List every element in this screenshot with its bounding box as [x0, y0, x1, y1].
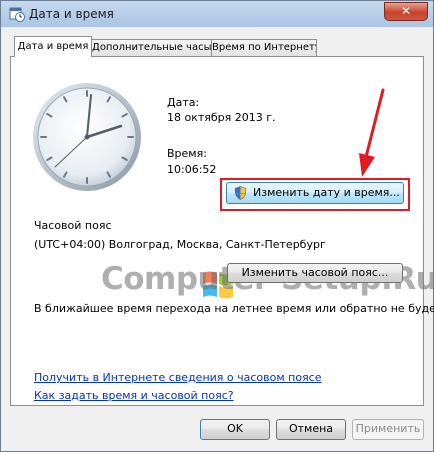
timezone-info-link[interactable]: Получить в Интернете сведения о часовом … [34, 371, 322, 384]
window-title: Дата и время [29, 7, 114, 21]
apply-button[interactable]: Применить [352, 419, 424, 440]
tab-label: Время по Интернету [212, 42, 317, 53]
date-label: Дата: [167, 96, 200, 109]
change-date-time-label: Изменить дату и время... [253, 186, 400, 199]
change-timezone-button[interactable]: Изменить часовой пояс... [227, 263, 403, 283]
cancel-label: Отмена [288, 422, 334, 435]
timezone-value: (UTC+04:00) Волгоград, Москва, Санкт-Пет… [34, 238, 326, 251]
tab-additional-clocks[interactable]: Дополнительные часы [91, 39, 212, 56]
change-date-time-button[interactable]: Изменить дату и время... [226, 182, 404, 204]
close-button[interactable]: ✕ [384, 2, 428, 21]
calendar-clock-icon [9, 7, 25, 22]
date-time-dialog: Дата и время ✕ Дата и время Дополнительн… [0, 0, 434, 452]
ok-button[interactable]: OK [200, 419, 270, 440]
timezone-section-label: Часовой пояс [34, 219, 112, 232]
red-arrow-annotation [359, 88, 385, 177]
apply-label: Применить [355, 422, 421, 435]
shield-icon [234, 186, 247, 200]
tab-label: Дополнительные часы [92, 42, 212, 53]
how-to-set-time-link[interactable]: Как задать время и часовой пояс? [34, 389, 234, 402]
change-timezone-label: Изменить часовой пояс... [241, 266, 389, 279]
date-value: 18 октября 2013 г. [167, 111, 276, 124]
tab-internet-time[interactable]: Время по Интернету [211, 39, 317, 56]
time-value: 10:06:52 [167, 163, 217, 176]
cancel-button[interactable]: Отмена [276, 419, 346, 440]
dst-note: В ближайшее время перехода на летнее вре… [34, 302, 434, 315]
time-label: Время: [167, 147, 207, 160]
tab-label: Дата и время [17, 41, 89, 52]
close-icon: ✕ [400, 4, 412, 18]
title-bar[interactable]: Дата и время ✕ [1, 1, 433, 27]
ok-label: OK [227, 422, 243, 435]
tab-date-time[interactable]: Дата и время [14, 36, 92, 57]
analog-clock [33, 83, 141, 191]
